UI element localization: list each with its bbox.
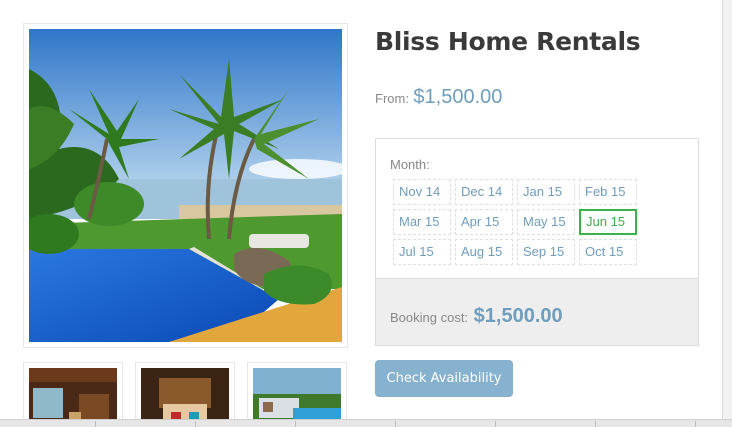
page-edge	[722, 0, 732, 427]
from-price: From: $1,500.00	[375, 86, 502, 109]
month-option[interactable]: May 15	[517, 209, 575, 235]
booking-cost-value: $1,500.00	[473, 305, 563, 327]
month-option[interactable]: Sep 15	[517, 239, 575, 265]
check-availability-button[interactable]: Check Availability	[375, 360, 513, 397]
thumbnail-living-room[interactable]	[23, 362, 123, 427]
month-option[interactable]: Jul 15	[393, 239, 451, 265]
booking-cost-bar: Booking cost: $1,500.00	[376, 278, 698, 345]
horizontal-scrollbar[interactable]	[0, 419, 732, 427]
month-option-selected[interactable]: Jun 15	[579, 209, 637, 235]
month-label: Month:	[390, 157, 430, 172]
from-label: From:	[375, 91, 409, 106]
booking-cost-label: Booking cost:	[390, 310, 469, 325]
booking-panel: Month: Nov 14 Dec 14 Jan 15 Feb 15 Mar 1…	[375, 138, 699, 346]
main-photo-frame[interactable]	[23, 23, 348, 348]
thumbnail-bedroom[interactable]	[135, 362, 235, 427]
month-option[interactable]: Mar 15	[393, 209, 451, 235]
month-option[interactable]: Nov 14	[393, 179, 451, 205]
month-option[interactable]: Aug 15	[455, 239, 513, 265]
month-option[interactable]: Apr 15	[455, 209, 513, 235]
thumbnail-pool[interactable]	[247, 362, 347, 427]
month-option[interactable]: Oct 15	[579, 239, 637, 265]
resort-pool-photo	[29, 29, 342, 342]
thumbnail-strip	[23, 362, 353, 427]
property-title: Bliss Home Rentals	[375, 27, 641, 56]
month-option[interactable]: Feb 15	[579, 179, 637, 205]
month-option[interactable]: Dec 14	[455, 179, 513, 205]
from-price-value: $1,500.00	[413, 86, 503, 108]
month-option[interactable]: Jan 15	[517, 179, 575, 205]
booking-cost: Booking cost: $1,500.00	[390, 305, 563, 328]
